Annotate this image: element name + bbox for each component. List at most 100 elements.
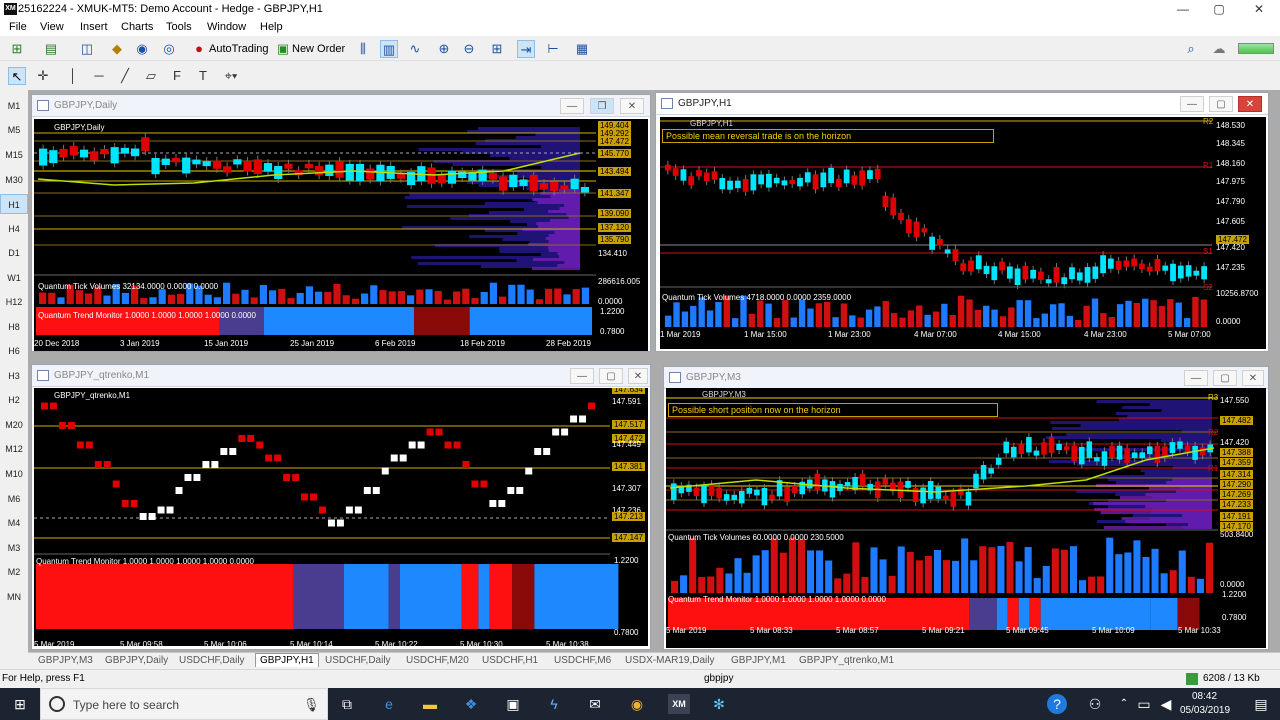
cursor-icon[interactable]: ↖: [8, 67, 26, 85]
tf-m3[interactable]: M3: [0, 538, 28, 558]
zoom-in-icon[interactable]: ⊕: [435, 40, 453, 58]
tab-chart[interactable]: USDCHF,M6: [554, 655, 611, 666]
tab-chart[interactable]: GBPJPY,Daily: [105, 655, 168, 666]
window-restore-button[interactable]: ❐: [590, 98, 614, 114]
chart-window-daily[interactable]: GBPJPY,Daily — ❐ ✕ GBPJPY,Daily Quantum T…: [31, 94, 651, 352]
text-icon[interactable]: T: [194, 67, 212, 85]
trendline-icon[interactable]: ╱: [116, 67, 134, 85]
chart-window-qtrenko[interactable]: GBPJPY_qtrenko,M1 — ▢ ✕ GBPJPY_qtrenko,M…: [31, 364, 651, 650]
window-minimize-button[interactable]: —: [560, 98, 584, 114]
tile-windows-icon[interactable]: ⊞: [488, 40, 506, 58]
navigator-icon[interactable]: ◆: [108, 40, 126, 58]
new-order-icon[interactable]: ▣: [274, 40, 292, 58]
menu-file[interactable]: File: [9, 21, 27, 33]
strategy-tester-icon[interactable]: ◎: [160, 40, 178, 58]
window-header[interactable]: GBPJPY,M3 — ▢ ✕: [664, 367, 1268, 389]
volume-icon[interactable]: ◀: [1155, 694, 1177, 714]
chat-icon[interactable]: ☁: [1210, 40, 1228, 58]
tray-chevron-icon[interactable]: ⌃: [1113, 694, 1135, 714]
tab-chart[interactable]: GBPJPY,M3: [38, 655, 93, 666]
taskbar-search[interactable]: Type here to search 🎙: [40, 688, 328, 720]
tf-m12[interactable]: M12: [0, 439, 28, 459]
tab-chart-active[interactable]: GBPJPY,H1: [255, 653, 319, 667]
window-header[interactable]: GBPJPY,H1 — ▢ ✕: [656, 93, 1268, 115]
fibonacci-icon[interactable]: F: [168, 67, 186, 85]
notifications-icon[interactable]: ▤: [1250, 694, 1272, 714]
menu-charts[interactable]: Charts: [121, 21, 153, 33]
chart-canvas-m3[interactable]: Possible short position now on the horiz…: [666, 388, 1266, 648]
horizontal-line-icon[interactable]: ─: [90, 67, 108, 85]
task-view-icon[interactable]: ⧉: [336, 694, 358, 714]
chart-window-m3[interactable]: GBPJPY,M3 — ▢ ✕ Possible short position …: [663, 366, 1269, 650]
close-button[interactable]: ✕: [1240, 0, 1278, 19]
tf-m20[interactable]: M20: [0, 415, 28, 435]
window-header[interactable]: GBPJPY_qtrenko,M1 — ▢ ✕: [32, 365, 650, 387]
market-watch-icon[interactable]: ◫: [78, 40, 96, 58]
tf-mn[interactable]: MN: [0, 587, 28, 607]
line-chart-icon[interactable]: ∿: [406, 40, 424, 58]
dropbox-icon[interactable]: ❖: [460, 694, 482, 714]
xm-mt5-taskbar-icon[interactable]: XM: [668, 694, 690, 714]
chrome-icon[interactable]: ◉: [626, 694, 648, 714]
tab-chart[interactable]: USDX-MAR19,Daily: [625, 655, 714, 666]
templates-icon[interactable]: ▦: [573, 40, 591, 58]
app-icon[interactable]: ϟ: [543, 694, 565, 714]
new-order-button[interactable]: New Order: [292, 40, 345, 58]
tf-h1[interactable]: H1: [0, 194, 28, 214]
bar-chart-icon[interactable]: ⫼: [354, 40, 372, 58]
tf-m6[interactable]: M6: [0, 489, 28, 509]
data-window-icon[interactable]: ◉: [133, 40, 151, 58]
mail-icon[interactable]: ✉: [584, 694, 606, 714]
auto-scroll-icon[interactable]: ⇥: [517, 40, 535, 58]
shapes-dropdown-icon[interactable]: ⌖▾: [222, 67, 240, 85]
search-icon[interactable]: ⌕: [1182, 40, 1200, 58]
file-explorer-icon[interactable]: ▬: [419, 694, 441, 714]
tf-h2[interactable]: H2: [0, 390, 28, 410]
minimize-button[interactable]: —: [1164, 0, 1202, 19]
autotrading-button[interactable]: AutoTrading: [209, 40, 269, 58]
tf-m30[interactable]: M30: [0, 170, 28, 190]
tf-w1[interactable]: W1: [0, 268, 28, 288]
menu-window[interactable]: Window: [207, 21, 246, 33]
tf-m15[interactable]: M15: [0, 145, 28, 165]
profiles-icon[interactable]: ▤: [42, 40, 60, 58]
window-close-button[interactable]: ✕: [628, 368, 648, 384]
tf-h12[interactable]: H12: [0, 292, 28, 312]
edge-browser-icon[interactable]: e: [378, 694, 400, 714]
chart-shift-icon[interactable]: ⊢: [544, 40, 562, 58]
tf-h4[interactable]: H4: [0, 219, 28, 239]
autotrading-icon[interactable]: ●: [190, 40, 208, 58]
window-minimize-button[interactable]: —: [1184, 370, 1208, 386]
maximize-button[interactable]: ▢: [1200, 0, 1238, 19]
tab-chart[interactable]: USDCHF,H1: [482, 655, 538, 666]
window-minimize-button[interactable]: —: [1180, 96, 1204, 112]
store-icon[interactable]: ▣: [502, 694, 524, 714]
window-maximize-button[interactable]: ▢: [1213, 370, 1237, 386]
menu-tools[interactable]: Tools: [166, 21, 192, 33]
new-chart-icon[interactable]: ⊞: [8, 40, 26, 58]
chart-canvas-daily[interactable]: GBPJPY,Daily Quantum Tick Volumes 32134.0…: [34, 119, 648, 351]
candlestick-chart-icon[interactable]: ▥: [380, 40, 398, 58]
microphone-icon[interactable]: 🎙: [303, 697, 320, 713]
zoom-out-icon[interactable]: ⊖: [460, 40, 478, 58]
windows-start-icon[interactable]: ⊞: [9, 694, 31, 714]
window-maximize-button[interactable]: ▢: [1209, 96, 1233, 112]
tf-m10[interactable]: M10: [0, 464, 28, 484]
people-icon[interactable]: ⚇: [1084, 694, 1106, 714]
tab-chart[interactable]: GBPJPY_qtrenko,M1: [799, 655, 894, 666]
window-maximize-button[interactable]: ▢: [599, 368, 623, 384]
tab-chart[interactable]: GBPJPY,M1: [731, 655, 786, 666]
tab-chart[interactable]: USDCHF,Daily: [179, 655, 245, 666]
tf-m2[interactable]: M2: [0, 562, 28, 582]
tab-chart[interactable]: USDCHF,Daily: [325, 655, 391, 666]
help-icon[interactable]: ?: [1047, 694, 1067, 714]
settings-app-icon[interactable]: ✻: [708, 694, 730, 714]
menu-help[interactable]: Help: [260, 21, 283, 33]
tf-h3[interactable]: H3: [0, 366, 28, 386]
window-minimize-button[interactable]: —: [570, 368, 594, 384]
chart-canvas-qtrenko[interactable]: GBPJPY_qtrenko,M1 Quantum Trend Monitor 1…: [34, 388, 648, 646]
crosshair-icon[interactable]: ✛: [34, 67, 52, 85]
tf-m5[interactable]: M5: [0, 120, 28, 140]
network-icon[interactable]: ▭: [1133, 694, 1155, 714]
window-close-button[interactable]: ✕: [620, 98, 644, 114]
